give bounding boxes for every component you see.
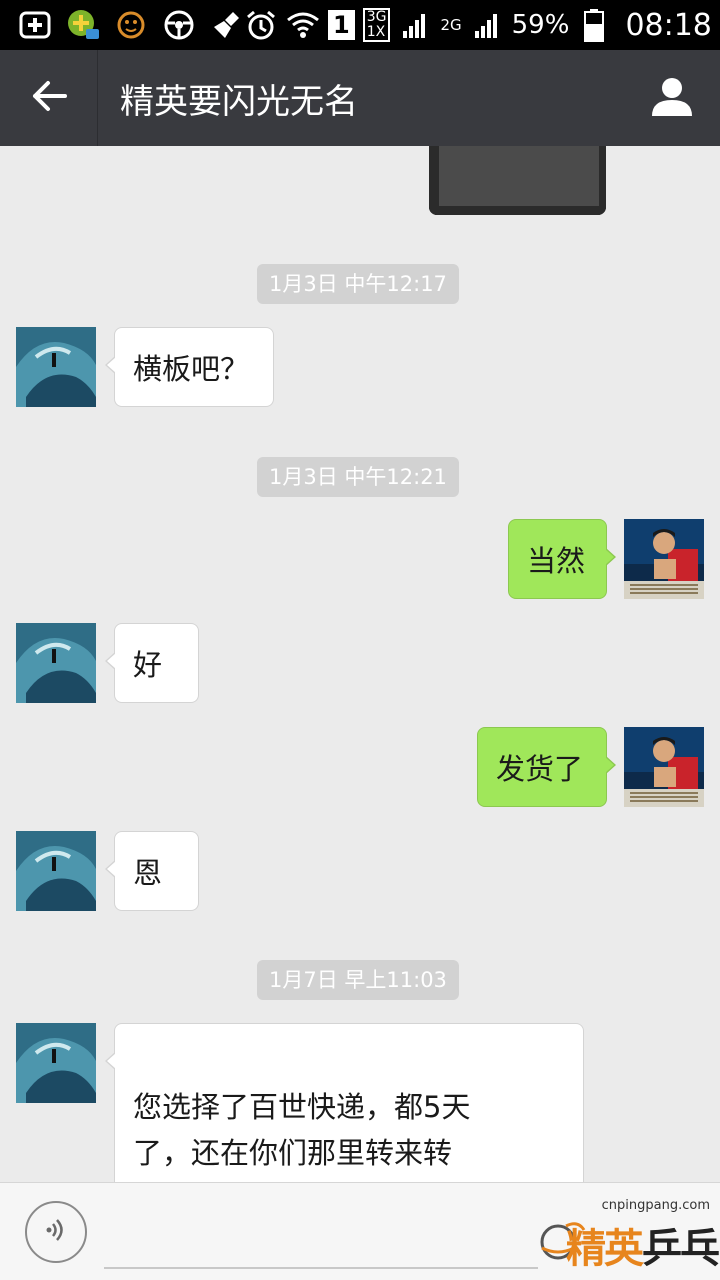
- message-bubble-received[interactable]: 好: [105, 623, 199, 703]
- clock: 08:18: [625, 7, 712, 43]
- message-text: 横板吧？: [133, 352, 250, 386]
- contact-avatar[interactable]: [16, 327, 96, 407]
- timestamp: 1月3日 中午12:21: [257, 457, 459, 497]
- back-button[interactable]: [0, 50, 98, 146]
- my-avatar[interactable]: [624, 519, 704, 599]
- contact-avatar[interactable]: [16, 623, 96, 703]
- network-label-3g: 3G: [366, 9, 387, 25]
- message-text: 恩: [133, 856, 163, 890]
- voice-icon: [43, 1215, 69, 1249]
- broom-icon: [210, 8, 244, 42]
- title-bar: 精英要闪光无名: [0, 50, 720, 146]
- message-bubble-received[interactable]: 恩: [105, 831, 199, 911]
- message-bubble-received[interactable]: 您选择了百世快递，都5天 了，还在你们那里转来转 去。。。。。: [105, 1023, 584, 1182]
- chat-info-button[interactable]: [624, 50, 720, 146]
- status-bar: 1 3G 1X 2G 59% 08:18: [0, 0, 720, 50]
- sim-indicator: 1: [328, 10, 355, 40]
- message-bubble-sent[interactable]: 当然: [508, 519, 616, 599]
- signal-icon: [398, 8, 432, 42]
- face-icon: [114, 8, 148, 42]
- image-thumbnail: [429, 146, 606, 215]
- network-label-1x: 1X: [366, 24, 386, 40]
- image-message[interactable]: [429, 146, 606, 215]
- arrow-left-icon: [31, 80, 67, 116]
- signal-icon: [470, 8, 504, 42]
- notification-icons: [0, 8, 244, 42]
- message-text: 发货了: [496, 752, 584, 786]
- battery-percent: 59%: [511, 10, 570, 40]
- message-text: 好: [133, 648, 163, 682]
- watermark-brand: 精英乒乓网: [566, 1216, 720, 1274]
- watermark-brand-b: 乒乓网: [642, 1226, 720, 1272]
- wifi-icon: [286, 8, 320, 42]
- voice-button[interactable]: [25, 1201, 87, 1263]
- message-bubble-received[interactable]: 横板吧？: [105, 327, 274, 407]
- message-bubble-sent[interactable]: 发货了: [477, 727, 616, 807]
- alarm-icon: [244, 8, 278, 42]
- site-watermark: cnpingpang.com 精英乒乓网: [536, 1196, 720, 1276]
- message-list[interactable]: 1月3日 中午12:17 横板吧？ 1月3日 中午12:21 当然 好 发货了 …: [0, 146, 720, 1182]
- watermark-url: cnpingpang.com: [601, 1198, 710, 1213]
- my-avatar[interactable]: [624, 727, 704, 807]
- message-input[interactable]: [104, 1203, 538, 1269]
- steering-wheel-icon: [162, 8, 196, 42]
- battery-icon: [577, 8, 611, 42]
- watermark-brand-a: 精英: [566, 1226, 644, 1272]
- app-notification-icon: [66, 8, 100, 42]
- contact-avatar[interactable]: [16, 1023, 96, 1103]
- contact-avatar[interactable]: [16, 831, 96, 911]
- system-status: 1 3G 1X 2G 59% 08:18: [244, 8, 720, 43]
- timestamp: 1月7日 早上11:03: [257, 960, 459, 1000]
- add-icon: [18, 8, 52, 42]
- network-2g-label: 2G: [440, 16, 462, 34]
- network-3g-indicator: 3G 1X: [362, 8, 391, 42]
- person-icon: [650, 76, 694, 120]
- timestamp: 1月3日 中午12:17: [257, 264, 459, 304]
- message-text: 当然: [527, 544, 586, 578]
- message-text: 您选择了百世快递，都5天 了，还在你们那里转来转 去。。。。。: [133, 1090, 471, 1170]
- chat-title: 精英要闪光无名: [120, 81, 358, 122]
